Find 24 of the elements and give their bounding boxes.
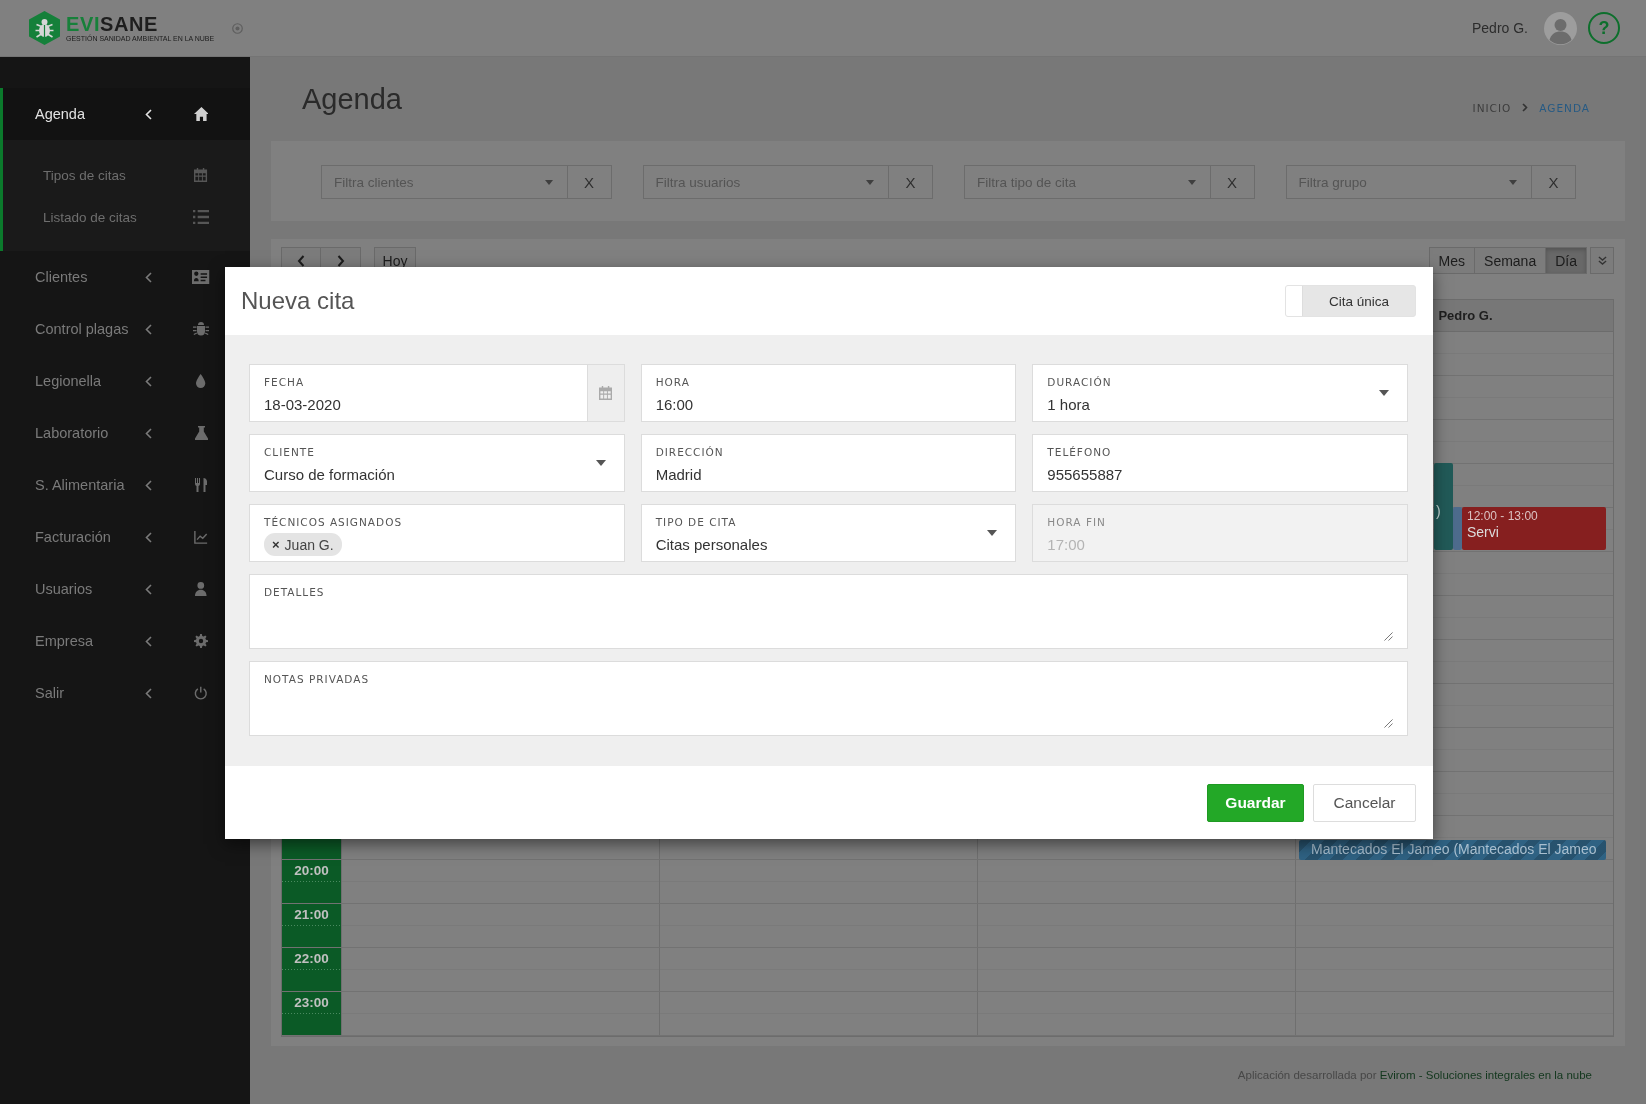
event-title: Servi xyxy=(1467,524,1500,541)
column-heading: Pedro G. xyxy=(1438,308,1493,323)
time-cell: 22:00 xyxy=(282,948,341,991)
time-cell: 21:00 xyxy=(282,904,341,947)
page-title: Agenda xyxy=(302,82,402,116)
field-label: TIPO DE CITA xyxy=(655,516,737,529)
event-title: ) xyxy=(1436,503,1442,520)
field-label: CLIENTE xyxy=(264,446,315,459)
field-label: HORA FIN xyxy=(1047,516,1106,529)
field-label: DETALLES xyxy=(264,586,325,599)
field-label: HORA xyxy=(655,376,690,389)
event-time: 12:00 - 13:00 xyxy=(1467,509,1539,524)
event-title: Mantecados El Jameo (Mantecados El Jameo xyxy=(1311,841,1594,858)
logo-text: EVISANE xyxy=(66,13,159,34)
field-label: DURACIÓN xyxy=(1047,376,1112,389)
field-label: TELÉFONO xyxy=(1047,446,1112,459)
field-label: TÉCNICOS ASIGNADOS xyxy=(264,516,403,529)
field-label: FECHA xyxy=(264,376,305,389)
tag-label: Juan G. xyxy=(284,536,334,553)
time-cell: 20:00 xyxy=(282,860,341,903)
time-cell: 23:00 xyxy=(282,992,341,1035)
field-label: NOTAS PRIVADAS xyxy=(264,673,370,686)
field-label: DIRECCIÓN xyxy=(655,446,724,459)
dialog-title: Nueva cita xyxy=(241,287,355,315)
